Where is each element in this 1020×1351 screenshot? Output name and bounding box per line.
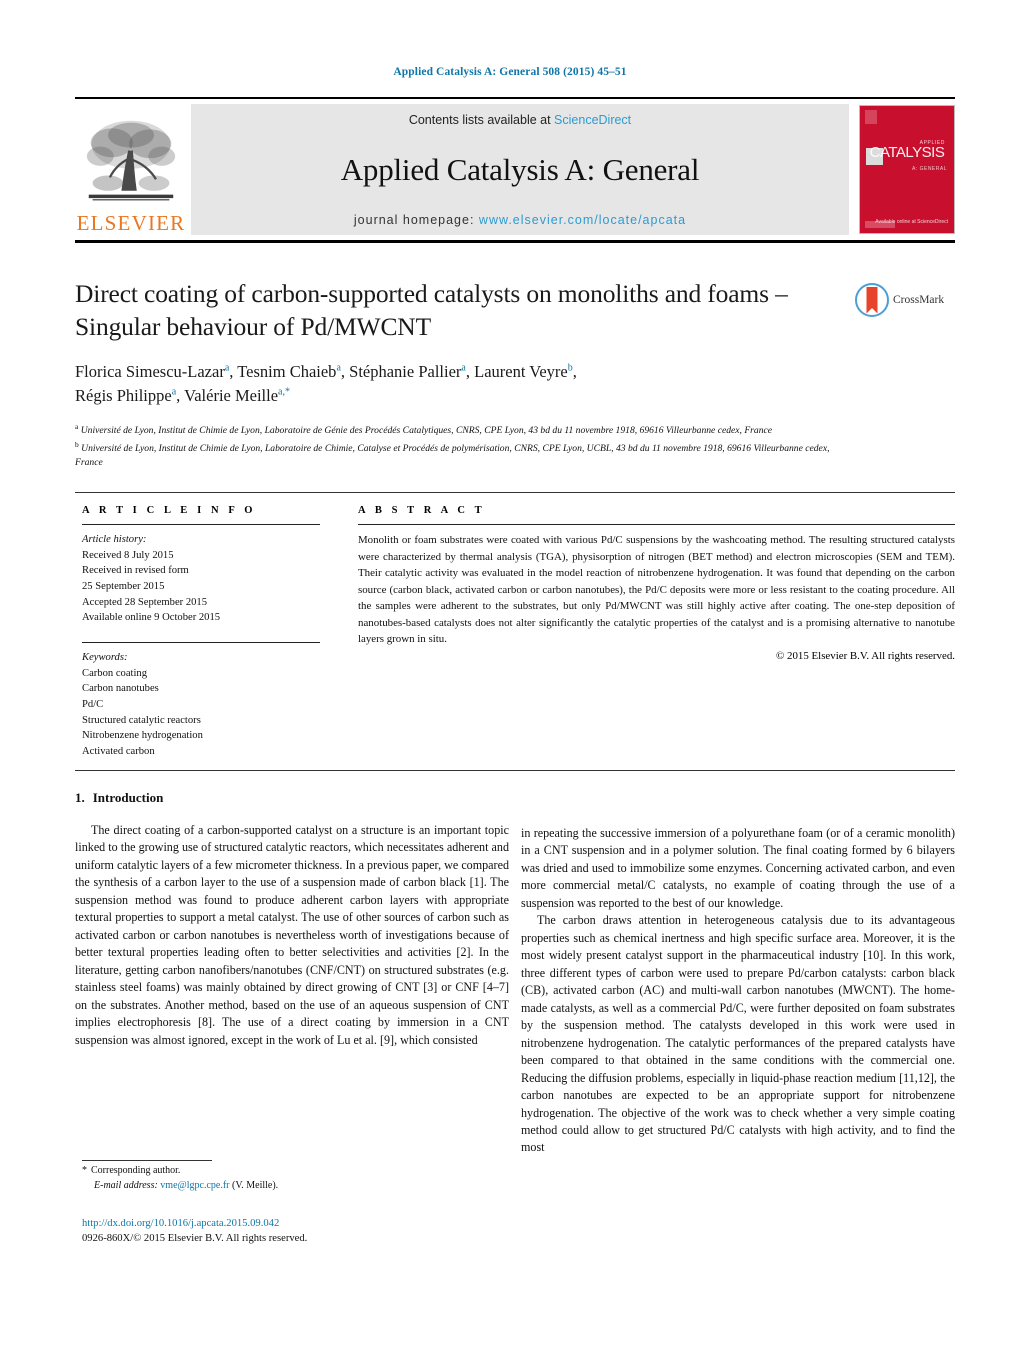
sciencedirect-link[interactable]: ScienceDirect bbox=[554, 113, 631, 127]
email-line: E-mail address: vme@lgpc.cpe.fr (V. Meil… bbox=[82, 1178, 502, 1193]
history-item: Received 8 July 2015 bbox=[82, 549, 174, 561]
intro-paragraph: in repeating the successive immersion of… bbox=[521, 826, 955, 910]
doi-link[interactable]: http://dx.doi.org/10.1016/j.apcata.2015.… bbox=[82, 1216, 582, 1231]
author-item[interactable]: Stéphanie Palliera bbox=[349, 362, 466, 381]
elsevier-wordmark: ELSEVIER bbox=[76, 211, 186, 235]
crossmark-badge[interactable]: CrossMark bbox=[855, 283, 957, 317]
homepage-prefix: journal homepage: bbox=[353, 213, 479, 227]
page-footer: http://dx.doi.org/10.1016/j.apcata.2015.… bbox=[82, 1216, 582, 1247]
corresponding-author-footnote: * Corresponding author. E-mail address: v… bbox=[82, 1163, 502, 1193]
email-link[interactable]: vme@lgpc.cpe.fr bbox=[160, 1180, 229, 1191]
journal-cover-thumbnail[interactable]: APPLIED CATALYSIS A: GENERAL Available o… bbox=[859, 105, 955, 234]
cover-publisher-mark-icon bbox=[865, 110, 877, 124]
history-item: 25 September 2015 bbox=[82, 581, 165, 593]
footnote-divider bbox=[82, 1160, 212, 1161]
title-block: Direct coating of carbon-supported catal… bbox=[75, 278, 835, 471]
corresponding-author-text: Corresponding author. bbox=[91, 1165, 181, 1176]
email-owner: (V. Meille). bbox=[231, 1180, 279, 1191]
section-title: Introduction bbox=[92, 790, 164, 805]
author-name: Laurent Veyre bbox=[474, 362, 568, 382]
author-name: Florica Simescu-Lazar bbox=[75, 362, 225, 382]
elsevier-logo: ELSEVIER bbox=[75, 99, 187, 240]
email-label: E-mail address: bbox=[94, 1180, 158, 1191]
journal-masthead: ELSEVIER Contents lists available at Sci… bbox=[75, 97, 955, 243]
body-column-right: in repeating the successive immersion of… bbox=[521, 825, 955, 1157]
affiliation-list: a Université de Lyon, Institut de Chimie… bbox=[75, 421, 835, 471]
keyword-item[interactable]: Pd/C bbox=[82, 697, 320, 713]
crossmark-icon bbox=[855, 283, 889, 317]
article-history-group: Article history: Received 8 July 2015 Re… bbox=[82, 532, 320, 626]
affiliation-marker: a bbox=[75, 422, 79, 432]
contents-prefix: Contents lists available at bbox=[408, 113, 555, 127]
abstract-text: Monolith or foam substrates were coated … bbox=[358, 534, 955, 646]
author-affil-marker: b bbox=[567, 362, 573, 374]
author-name: Tesnim Chaieb bbox=[237, 362, 337, 382]
history-item: Received in revised form bbox=[82, 565, 189, 577]
keyword-item[interactable]: Structured catalytic reactors bbox=[82, 713, 320, 729]
journal-title: Applied Catalysis A: General bbox=[340, 152, 700, 187]
issn-copyright-line: 0926-860X/© 2015 Elsevier B.V. All right… bbox=[82, 1233, 308, 1245]
abstract-copyright: © 2015 Elsevier B.V. All rights reserved… bbox=[776, 649, 955, 662]
divider-below-abstract bbox=[75, 770, 955, 771]
footnote-star-marker: * bbox=[82, 1165, 87, 1176]
homepage-url-link[interactable]: www.elsevier.com/locate/apcata bbox=[479, 213, 686, 227]
author-affil-marker: a bbox=[171, 386, 177, 398]
keyword-item[interactable]: Carbon nanotubes bbox=[82, 681, 320, 697]
intro-paragraph: The carbon draws attention in heterogene… bbox=[521, 913, 955, 1155]
journal-band: Contents lists available at ScienceDirec… bbox=[191, 104, 849, 235]
author-item[interactable]: Florica Simescu-Lazara bbox=[75, 362, 229, 381]
divider-above-info bbox=[75, 492, 955, 493]
corresponding-author-line: * Corresponding author. bbox=[82, 1163, 502, 1178]
abstract-rule bbox=[358, 524, 955, 525]
cover-title: CATALYSIS bbox=[869, 144, 945, 162]
paper-page: Applied Catalysis A: General 508 (2015) … bbox=[0, 0, 1020, 1351]
author-name: Valérie Meille bbox=[184, 386, 279, 406]
author-item[interactable]: Tesnim Chaieba bbox=[237, 362, 341, 381]
elsevier-tree-icon bbox=[83, 114, 179, 210]
author-item[interactable]: Régis Philippea bbox=[75, 386, 176, 405]
affiliation-text: Université de Lyon, Institut de Chimie d… bbox=[75, 442, 830, 469]
author-name: Régis Philippe bbox=[75, 386, 172, 406]
author-affil-marker: a bbox=[224, 362, 230, 374]
author-item[interactable]: Valérie Meillea,* bbox=[184, 386, 290, 405]
keywords-rule bbox=[82, 642, 320, 644]
journal-homepage-line: journal homepage: www.elsevier.com/locat… bbox=[354, 213, 686, 227]
history-item: Available online 9 October 2015 bbox=[82, 612, 221, 624]
abstract-column: A B S T R A C T Monolith or foam substra… bbox=[358, 505, 955, 662]
affiliation-item: b Université de Lyon, Institut de Chimie… bbox=[75, 439, 835, 471]
keyword-item[interactable]: Nitrobenzene hydrogenation bbox=[82, 728, 320, 744]
section-number: 1. bbox=[75, 790, 85, 805]
affiliation-item: a Université de Lyon, Institut de Chimie… bbox=[75, 421, 835, 439]
history-item: Accepted 28 September 2015 bbox=[82, 596, 208, 608]
article-history-label: Article history: bbox=[82, 534, 147, 545]
author-affil-marker: a bbox=[336, 362, 341, 374]
author-affil-marker: a bbox=[461, 362, 466, 374]
author-affil-marker: a,* bbox=[278, 386, 290, 398]
article-info-heading: A R T I C L E I N F O bbox=[82, 505, 257, 516]
abstract-heading: A B S T R A C T bbox=[358, 505, 486, 516]
body-column-left: 1. Introduction The direct coating of a c… bbox=[75, 790, 509, 1049]
author-name: Stéphanie Pallier bbox=[349, 362, 462, 382]
section-heading-introduction: 1. Introduction bbox=[75, 790, 509, 806]
crossmark-label: CrossMark bbox=[893, 294, 945, 306]
article-info-column: A R T I C L E I N F O Article history: R… bbox=[82, 505, 320, 760]
affiliation-text: Université de Lyon, Institut de Chimie d… bbox=[80, 425, 773, 437]
intro-paragraph: The direct coating of a carbon-supported… bbox=[75, 823, 509, 1047]
cover-subtitle: A: GENERAL bbox=[911, 165, 947, 172]
author-item[interactable]: Laurent Veyreb bbox=[474, 362, 573, 381]
author-list: Florica Simescu-Lazara, Tesnim Chaieba, … bbox=[75, 362, 577, 406]
contents-available-line: Contents lists available at ScienceDirec… bbox=[409, 113, 631, 127]
keywords-group: Keywords: Carbon coating Carbon nanotube… bbox=[82, 650, 320, 760]
affiliation-marker: b bbox=[75, 439, 79, 449]
cover-barcode-icon bbox=[865, 221, 895, 228]
running-head[interactable]: Applied Catalysis A: General 508 (2015) … bbox=[0, 66, 1020, 78]
keyword-item[interactable]: Carbon coating bbox=[82, 666, 320, 682]
article-info-rule bbox=[82, 524, 320, 525]
page-title: Direct coating of carbon-supported catal… bbox=[75, 279, 788, 341]
keywords-label: Keywords: bbox=[82, 652, 128, 664]
keyword-item[interactable]: Activated carbon bbox=[82, 744, 320, 760]
